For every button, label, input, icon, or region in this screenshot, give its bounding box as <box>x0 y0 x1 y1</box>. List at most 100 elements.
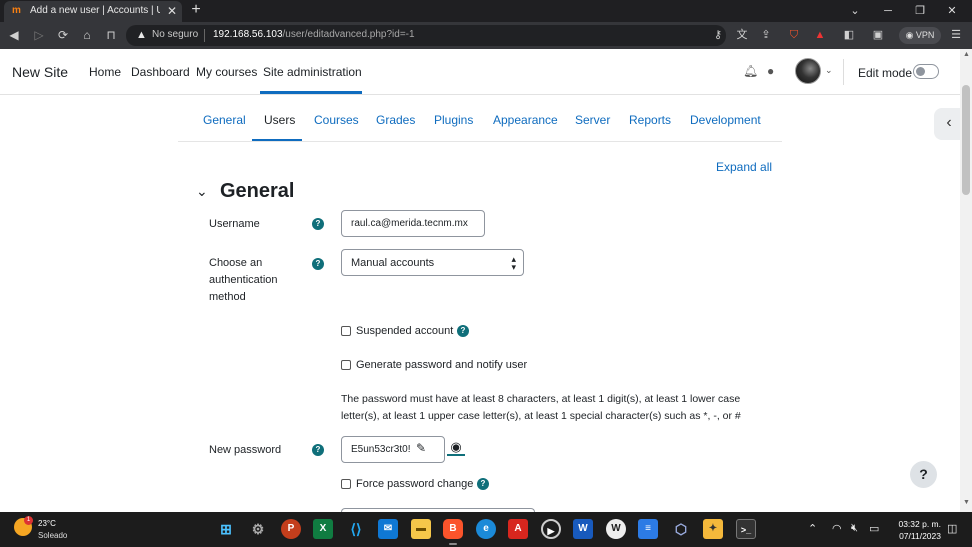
tab-grades[interactable]: Grades <box>376 113 415 127</box>
home-icon[interactable]: ⌂ <box>79 27 95 43</box>
notepad-icon[interactable]: ≡ <box>638 519 658 539</box>
sticky-notes-icon[interactable]: ✦ <box>703 519 723 539</box>
browser-tab[interactable]: m Add a new user | Accounts | User ✕ <box>4 1 182 22</box>
chevron-down-icon[interactable]: ⌄ <box>825 65 833 76</box>
volume-muted-icon[interactable]: 🔇︎ <box>851 522 858 535</box>
excel-icon[interactable]: X <box>313 519 333 539</box>
generate-password-checkbox[interactable] <box>341 360 351 370</box>
tab-users[interactable]: Users <box>264 113 295 127</box>
force-change-checkbox[interactable] <box>341 479 351 489</box>
share-icon[interactable]: ⇪ <box>758 27 774 43</box>
close-window-button[interactable]: ✕ <box>942 3 962 19</box>
nav-my-courses[interactable]: My courses <box>196 65 257 79</box>
wifi-icon[interactable]: ◠ <box>832 522 842 535</box>
pencil-icon[interactable]: ✎ <box>416 441 426 455</box>
address-bar[interactable]: ▲ No seguro 192.168.56.103/user/editadva… <box>126 25 726 46</box>
tab-courses[interactable]: Courses <box>314 113 359 127</box>
scrollbar[interactable]: ▲ ▼ <box>960 49 972 512</box>
generate-password-label[interactable]: Generate password and notify user <box>356 359 527 371</box>
url-text[interactable]: 192.168.56.103/user/editadvanced.php?id=… <box>213 29 415 40</box>
translate-icon[interactable]: 文 <box>734 27 750 43</box>
acrobat-icon[interactable]: A <box>508 519 528 539</box>
chevron-down-icon[interactable]: ⌄ <box>845 3 865 19</box>
help-icon[interactable]: ? <box>312 218 324 230</box>
section-title[interactable]: General <box>220 180 294 203</box>
vscode-icon[interactable]: ⟨⟩ <box>346 519 366 539</box>
word-icon[interactable]: W <box>573 519 593 539</box>
sidebar-icon[interactable]: ◧ <box>841 27 857 43</box>
chat-icon[interactable]: ● <box>767 64 781 78</box>
new-tab-button[interactable]: + <box>188 2 204 18</box>
notifications-icon[interactable]: ◫ <box>947 522 957 535</box>
tab-development[interactable]: Development <box>690 113 761 127</box>
scroll-down-icon[interactable]: ▼ <box>963 499 970 506</box>
menu-icon[interactable]: ☰ <box>948 27 964 43</box>
start-icon[interactable]: ⊞ <box>216 519 236 539</box>
suspended-checkbox[interactable] <box>341 326 351 336</box>
key-icon[interactable]: ⚷ <box>710 27 726 43</box>
username-field[interactable]: raul.ca@merida.tecnm.mx <box>341 210 485 237</box>
suspended-label[interactable]: Suspended account <box>356 325 453 337</box>
vpn-button[interactable]: ◉ VPN <box>899 27 941 44</box>
chevron-up-icon[interactable]: ⌃ <box>808 522 817 535</box>
back-icon[interactable]: ◀ <box>6 27 22 43</box>
bookmark-icon[interactable]: ⊓ <box>103 27 119 43</box>
bell-icon[interactable]: 🔔︎ <box>743 64 758 78</box>
help-icon[interactable]: ? <box>312 258 324 270</box>
clock[interactable]: 03:32 p. m. 07/11/2023 <box>893 518 941 542</box>
security-label[interactable]: No seguro <box>152 29 198 40</box>
nav-dashboard[interactable]: Dashboard <box>131 65 190 79</box>
help-button[interactable]: ? <box>910 461 937 488</box>
virtualbox-icon[interactable]: ⬡ <box>671 519 691 539</box>
terminal-icon[interactable]: >_ <box>736 519 756 539</box>
divider <box>843 59 844 85</box>
nav-home[interactable]: Home <box>89 65 121 79</box>
battery-icon[interactable]: ▭ <box>869 522 879 535</box>
help-icon[interactable]: ? <box>312 444 324 456</box>
auth-method-select[interactable]: Manual accounts ▴ ▾ <box>341 249 524 276</box>
edit-mode-toggle[interactable] <box>913 64 939 79</box>
tab-plugins[interactable]: Plugins <box>434 113 473 127</box>
media-player-icon[interactable]: ▶ <box>541 519 561 539</box>
warning-icon[interactable]: ▲ <box>136 28 150 42</box>
maximize-button[interactable]: ❐ <box>910 3 930 19</box>
site-name[interactable]: New Site <box>12 64 68 80</box>
minimize-button[interactable]: ─ <box>878 3 898 19</box>
browser-tab-bar: m Add a new user | Accounts | User ✕ + ⌄… <box>0 0 972 22</box>
weather-description[interactable]: Soleado <box>38 531 67 540</box>
tab-reports[interactable]: Reports <box>629 113 671 127</box>
edge-icon[interactable]: e <box>476 519 496 539</box>
expand-all-link[interactable]: Expand all <box>716 160 772 174</box>
reveal-password-icon[interactable]: ◉ <box>447 438 465 456</box>
active-nav-indicator <box>260 91 362 94</box>
nav-site-administration[interactable]: Site administration <box>263 65 362 79</box>
wallet-icon[interactable]: ▣ <box>870 27 886 43</box>
settings-icon[interactable]: ⚙ <box>248 519 268 539</box>
force-change-label[interactable]: Force password change <box>356 478 473 490</box>
brave-icon[interactable]: B <box>443 519 463 539</box>
tab-server[interactable]: Server <box>575 113 610 127</box>
tab-general[interactable]: General <box>203 113 246 127</box>
reload-icon[interactable]: ⟳ <box>55 27 71 43</box>
brave-shield-icon[interactable]: ⛉ <box>786 27 802 43</box>
chevron-down-icon[interactable]: ⌄ <box>196 183 208 200</box>
tab-appearance[interactable]: Appearance <box>493 113 558 127</box>
mail-icon[interactable]: ✉ <box>378 519 398 539</box>
avatar[interactable] <box>795 58 821 84</box>
forward-icon[interactable]: ▷ <box>31 27 47 43</box>
temperature[interactable]: 23°C <box>38 519 56 528</box>
file-explorer-icon[interactable]: ▬ <box>411 519 431 539</box>
scroll-thumb[interactable] <box>962 85 970 195</box>
wordpress-icon[interactable]: W <box>606 519 626 539</box>
help-icon[interactable]: ? <box>457 325 469 337</box>
powerpoint-icon[interactable]: P <box>281 519 301 539</box>
new-password-label: New password <box>209 444 282 456</box>
scroll-up-icon[interactable]: ▲ <box>963 51 970 58</box>
taskbar: 1 23°C Soleado ⊞ ⚙ P X ⟨⟩ ✉ ▬ B e A ▶ W … <box>0 512 972 547</box>
help-icon[interactable]: ? <box>477 478 489 490</box>
moodle-icon: m <box>12 5 21 16</box>
auth-method-value: Manual accounts <box>351 257 435 269</box>
close-tab-icon[interactable]: ✕ <box>166 4 178 18</box>
new-password-field[interactable]: E5un53cr3t0! <box>341 436 445 463</box>
brave-rewards-icon[interactable]: ▲ <box>812 27 828 43</box>
